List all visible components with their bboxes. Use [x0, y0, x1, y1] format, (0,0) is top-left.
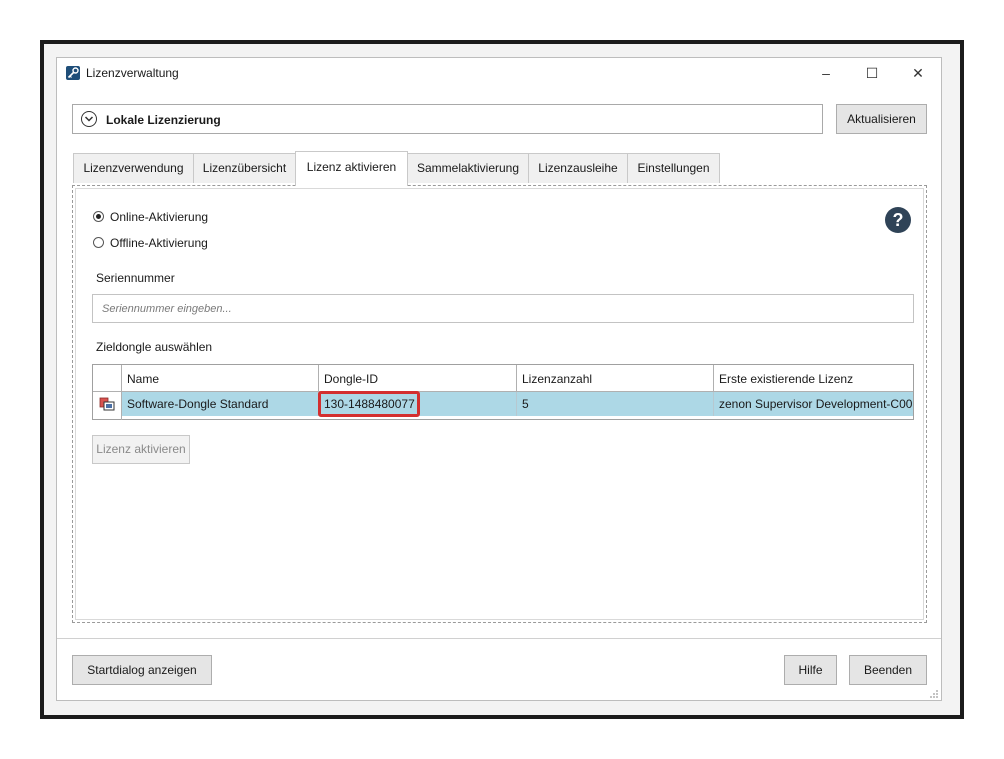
section-title: Lokale Lizenzierung — [106, 113, 221, 127]
dongle-icon — [99, 397, 115, 411]
tab-bulk-activation[interactable]: Sammelaktivierung — [407, 153, 529, 183]
tab-activate-license[interactable]: Lizenz aktivieren — [295, 151, 408, 186]
help-icon[interactable]: ? — [885, 207, 911, 233]
footer-divider — [57, 638, 941, 639]
show-start-dialog-button[interactable]: Startdialog anzeigen — [72, 655, 212, 685]
column-header-first-license[interactable]: Erste existierende Lizenz — [714, 365, 913, 391]
maximize-button[interactable]: ☐ — [849, 58, 895, 88]
dongle-id-highlight-box — [318, 391, 420, 417]
offline-radio[interactable] — [93, 237, 104, 248]
close-button[interactable]: ✕ — [895, 58, 941, 88]
table-header: Name Dongle-ID Lizenzanzahl Erste existi… — [93, 365, 913, 392]
dongle-table: Name Dongle-ID Lizenzanzahl Erste existi… — [92, 364, 914, 420]
target-dongle-label: Zieldongle auswählen — [96, 340, 213, 354]
online-radio[interactable] — [93, 211, 104, 222]
key-icon — [66, 66, 80, 80]
window-title: Lizenzverwaltung — [86, 66, 179, 80]
cell-first-license: zenon Supervisor Development-C00 — [719, 397, 913, 411]
refresh-button[interactable]: Aktualisieren — [836, 104, 927, 134]
column-header-name[interactable]: Name — [122, 365, 319, 391]
activate-license-panel: Online-Aktivierung Offline-Aktivierung ?… — [72, 185, 927, 623]
online-activation-label: Online-Aktivierung — [110, 210, 209, 224]
activate-license-button[interactable]: Lizenz aktivieren — [92, 435, 190, 464]
tab-license-usage[interactable]: Lizenzverwendung — [73, 153, 194, 183]
panel-content: Online-Aktivierung Offline-Aktivierung ?… — [75, 188, 924, 620]
cell-license-count: 5 — [517, 392, 714, 416]
column-header-license-count[interactable]: Lizenzanzahl — [517, 365, 714, 391]
cell-name: Software-Dongle Standard — [122, 392, 319, 416]
local-licensing-expander[interactable]: Lokale Lizenzierung — [72, 104, 823, 134]
row-header — [93, 365, 122, 420]
serial-number-input[interactable]: Seriennummer eingeben... — [92, 294, 914, 323]
minimize-button[interactable]: – — [803, 58, 849, 88]
title-bar: Lizenzverwaltung – ☐ ✕ — [57, 58, 941, 88]
column-header-dongle-id[interactable]: Dongle-ID — [319, 365, 517, 391]
tab-license-overview[interactable]: Lizenzübersicht — [193, 153, 296, 183]
tab-settings[interactable]: Einstellungen — [627, 153, 720, 183]
license-manager-window: Lizenzverwaltung – ☐ ✕ Lokale Lizenzieru… — [56, 57, 942, 701]
serial-number-label: Seriennummer — [96, 271, 175, 285]
tab-license-borrowing[interactable]: Lizenzausleihe — [528, 153, 628, 183]
resize-grip-icon[interactable] — [929, 688, 939, 698]
offline-activation-label: Offline-Aktivierung — [110, 236, 208, 250]
quit-button[interactable]: Beenden — [849, 655, 927, 685]
table-row[interactable]: Software-Dongle Standard 130-1488480077 … — [122, 392, 913, 416]
help-button[interactable]: Hilfe — [784, 655, 837, 685]
chevron-down-icon[interactable] — [81, 111, 97, 127]
